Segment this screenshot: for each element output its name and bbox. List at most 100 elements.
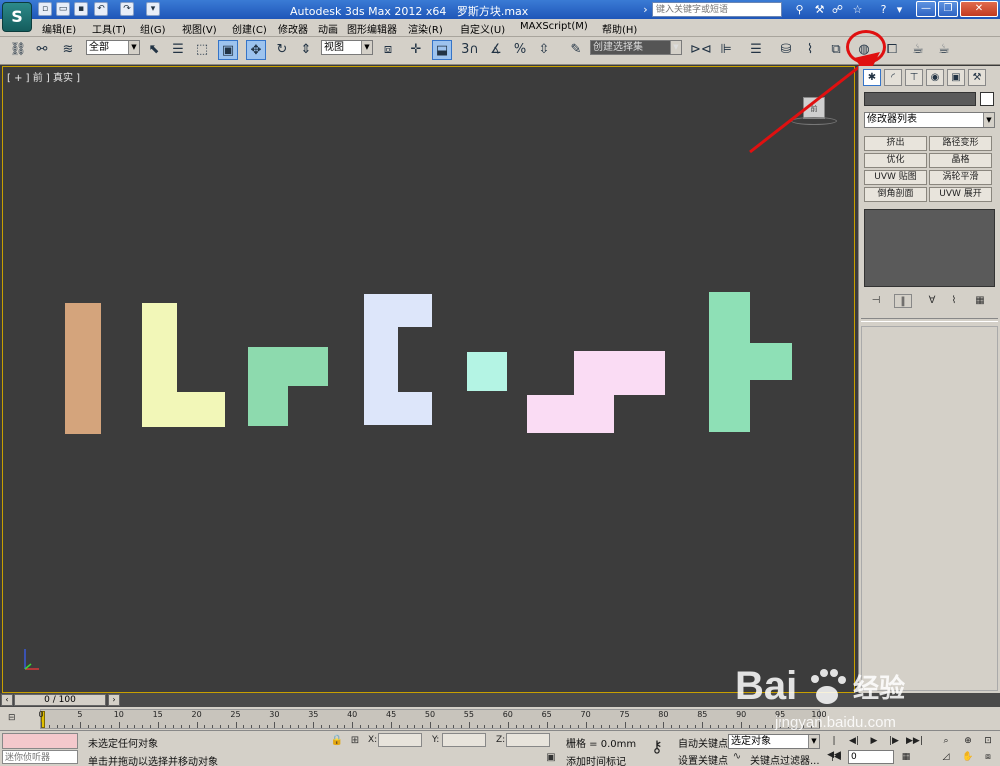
favorites-star-icon[interactable]: ☆	[850, 2, 865, 17]
align-icon[interactable]: ⊫	[716, 40, 736, 60]
rendered-frame-window-icon[interactable]: ☕	[908, 40, 928, 60]
save-file-icon[interactable]: ▪	[74, 2, 88, 16]
track-bar[interactable]: 0 5 10 15 20 25 30 35 40 45 50 55 60 65 70 75 80 85 90 95 10…	[38, 709, 827, 729]
render-production-icon[interactable]: ☕	[934, 40, 954, 60]
configure-modifier-sets-icon[interactable]: ▦	[971, 294, 989, 308]
modify-tab-icon[interactable]: ◜	[884, 69, 902, 86]
menu-edit[interactable]: 编辑(E)	[42, 21, 76, 36]
spinner-snap-icon[interactable]: ⇳	[534, 40, 554, 60]
reference-coordinate-dropdown[interactable]: 视图 ▼	[321, 40, 373, 55]
field-of-view-icon[interactable]: ◿	[938, 750, 954, 764]
use-pivot-center-icon[interactable]: ⧈	[378, 40, 398, 60]
extrude-button[interactable]: 挤出	[864, 136, 927, 151]
go-to-start-icon[interactable]: |◀◀	[826, 734, 842, 760]
selection-filter-dropdown[interactable]: 全部 ▼	[86, 40, 140, 55]
zoom-extents-icon[interactable]: ⊡	[980, 734, 996, 748]
quick-access-dropdown-icon[interactable]: ▾	[146, 2, 160, 16]
maxscript-listener-output[interactable]	[2, 733, 78, 749]
menu-maxscript[interactable]: MAXScript(M)	[520, 21, 588, 32]
select-object-icon[interactable]: ⬉	[144, 40, 164, 60]
angle-snap-icon[interactable]: ∡	[486, 40, 506, 60]
show-end-result-icon[interactable]: ‖	[894, 294, 912, 308]
bind-space-warp-icon[interactable]: ≋	[58, 40, 78, 60]
menu-tools[interactable]: 工具(T)	[92, 21, 126, 36]
modifier-stack-view[interactable]	[864, 209, 995, 287]
z-coord-field[interactable]	[506, 733, 550, 747]
uvw-map-button[interactable]: UVW 贴图	[864, 170, 927, 185]
current-frame-field[interactable]: 0	[848, 750, 894, 764]
binoculars-icon[interactable]: ⚲	[792, 2, 807, 17]
bevel-profile-button[interactable]: 倒角剖面	[864, 187, 927, 202]
i-piece-shape[interactable]	[65, 303, 101, 434]
application-logo-button[interactable]: S	[2, 2, 32, 32]
named-selection-sets-dropdown[interactable]: 创建选择集 ▼	[590, 40, 682, 55]
selection-lock-icon[interactable]: 🔒	[330, 734, 344, 748]
previous-frame-icon[interactable]: ◀|	[846, 734, 862, 748]
menu-group[interactable]: 组(G)	[140, 21, 166, 36]
select-and-manipulate-icon[interactable]: ✛	[406, 40, 426, 60]
next-frame-arrow-icon[interactable]: ›	[108, 694, 120, 706]
chevron-right-icon[interactable]: ›	[638, 2, 653, 17]
menu-help[interactable]: 帮助(H)	[602, 21, 637, 36]
lattice-button[interactable]: 晶格	[929, 153, 992, 168]
help-dropdown-icon[interactable]: ▾	[892, 2, 907, 17]
menu-rendering[interactable]: 渲染(R)	[408, 21, 443, 36]
modifier-list-dropdown[interactable]: 修改器列表 ▼	[864, 112, 995, 128]
set-key-button[interactable]: 设置关键点	[678, 752, 728, 766]
make-unique-icon[interactable]: ∀	[923, 294, 941, 308]
front-viewport[interactable]: [ + ] 前 ] 真实 ] 前	[2, 66, 855, 693]
close-button[interactable]: ✕	[960, 1, 998, 17]
mini-curve-editor-icon[interactable]: ⊟	[8, 712, 26, 724]
menu-views[interactable]: 视图(V)	[182, 21, 217, 36]
hierarchy-tab-icon[interactable]: ⊤	[905, 69, 923, 86]
object-name-field[interactable]	[864, 92, 976, 106]
percent-snap-icon[interactable]: %	[510, 40, 530, 60]
go-to-end-icon[interactable]: ▶▶|	[906, 734, 923, 748]
menu-modifiers[interactable]: 修改器	[278, 21, 308, 36]
restore-button[interactable]: ❐	[938, 1, 958, 17]
unwrap-uvw-button[interactable]: UVW 展开	[929, 187, 992, 202]
key-mode-dropdown[interactable]: 选定对象 ▼	[728, 734, 820, 749]
previous-frame-arrow-icon[interactable]: ‹	[1, 694, 13, 706]
window-crossing-icon[interactable]: ▣	[218, 40, 238, 60]
time-slider[interactable]: 0 / 100	[14, 694, 106, 706]
select-and-rotate-icon[interactable]: ↻	[272, 40, 292, 60]
turbosmooth-button[interactable]: 涡轮平滑	[929, 170, 992, 185]
undo-icon[interactable]: ↶	[94, 2, 108, 16]
motion-tab-icon[interactable]: ◉	[926, 69, 944, 86]
utilities-tab-icon[interactable]: ⚒	[968, 69, 986, 86]
mirror-icon[interactable]: ⊳⊲	[690, 40, 712, 60]
edit-named-selection-icon[interactable]: ✎	[566, 40, 586, 60]
open-file-icon[interactable]: ▭	[56, 2, 70, 16]
time-configuration-icon[interactable]: ▦	[898, 750, 914, 764]
maxscript-listener-input[interactable]	[2, 750, 78, 764]
pan-view-icon[interactable]: ✋	[960, 750, 976, 764]
keyboard-shortcut-override-icon[interactable]: ⬓	[432, 40, 452, 60]
zoom-all-icon[interactable]: ⊕	[960, 734, 976, 748]
remove-modifier-icon[interactable]: ⌇	[945, 294, 963, 308]
time-tag-icon[interactable]: ▣	[544, 751, 558, 765]
key-filters-button[interactable]: 关键点过滤器...	[750, 752, 820, 766]
wrench-icon[interactable]: ⚒	[812, 2, 827, 17]
maximize-viewport-icon[interactable]: ⧈	[980, 750, 996, 764]
viewport-label[interactable]: [ + ] 前 ] 真实 ]	[7, 69, 80, 84]
new-file-icon[interactable]: ▫	[38, 2, 52, 16]
display-tab-icon[interactable]: ▣	[947, 69, 965, 86]
key-filter-curve-icon[interactable]: ∿	[730, 750, 744, 764]
add-time-tag-button[interactable]: 添加时间标记	[566, 753, 626, 766]
auto-key-button[interactable]: 自动关键点	[678, 735, 728, 750]
link-icon[interactable]: ⛓	[8, 40, 28, 60]
help-icon[interactable]: ?	[876, 2, 891, 17]
select-and-move-icon[interactable]: ✥	[246, 40, 266, 60]
play-icon[interactable]: ▶	[866, 734, 882, 748]
menu-create[interactable]: 创建(C)	[232, 21, 267, 36]
path-deform-button[interactable]: 路径变形	[929, 136, 992, 151]
pin-stack-icon[interactable]: ⊣	[867, 294, 885, 308]
o-piece-shape[interactable]	[467, 352, 507, 391]
y-coord-field[interactable]	[442, 733, 486, 747]
absolute-relative-toggle-icon[interactable]: ⊞	[348, 734, 362, 748]
x-coord-field[interactable]	[378, 733, 422, 747]
set-key-icon[interactable]: ⚷	[642, 737, 672, 757]
menu-animation[interactable]: 动画	[318, 21, 338, 36]
optimize-button[interactable]: 优化	[864, 153, 927, 168]
